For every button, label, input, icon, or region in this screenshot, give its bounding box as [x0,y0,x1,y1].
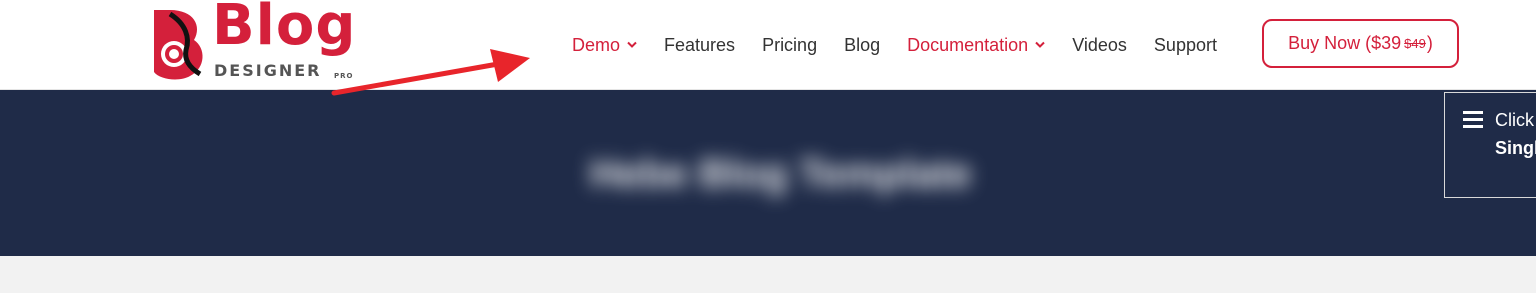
nav-item-pricing[interactable]: Pricing [762,35,817,56]
nav-item-label: Documentation [907,34,1029,55]
nav-item-blog[interactable]: Blog [844,35,880,56]
nav-item-label: Blog [844,34,881,55]
hamburger-menu-icon[interactable] [1463,111,1483,129]
buy-now-button[interactable]: Buy Now ($39 $49 ) [1262,19,1459,68]
logo-subtitle: DESIGNER [214,61,322,80]
logo-mark-icon [154,10,203,80]
nav-item-label: Demo [572,34,621,55]
buy-now-label-close: ) [1426,33,1433,53]
logo-wordmark: Blog [212,0,357,58]
nav-item-videos[interactable]: Videos [1072,35,1127,56]
nav-item-label: Pricing [762,34,818,55]
site-header: Blog DESIGNER PRO Demo Features Pricing … [0,0,1536,90]
nav-item-demo[interactable]: Demo [572,35,637,56]
nav-item-features[interactable]: Features [664,35,735,56]
old-price: $49 [1404,36,1426,51]
nav-item-label: Videos [1072,34,1127,55]
buy-now-label: Buy Now ($39 [1288,33,1402,53]
nav-item-label: Features [664,34,736,55]
main-nav: Demo Features Pricing Blog Documentation… [572,0,1244,90]
hero-title: Hebe Blog Template [590,152,972,196]
chevron-down-icon [627,41,637,48]
annotation-arrow-icon [331,49,530,96]
content-band [0,256,1536,293]
menu-panel-line1: Click [1495,110,1534,130]
menu-panel-line2: Singl [1495,138,1536,158]
hero-banner: Hebe Blog Template [0,90,1536,256]
side-menu-panel[interactable]: Click Singl [1444,92,1536,198]
nav-item-support[interactable]: Support [1154,35,1217,56]
nav-item-documentation[interactable]: Documentation [907,35,1045,56]
chevron-down-icon [1035,41,1045,48]
nav-item-label: Support [1153,34,1217,55]
